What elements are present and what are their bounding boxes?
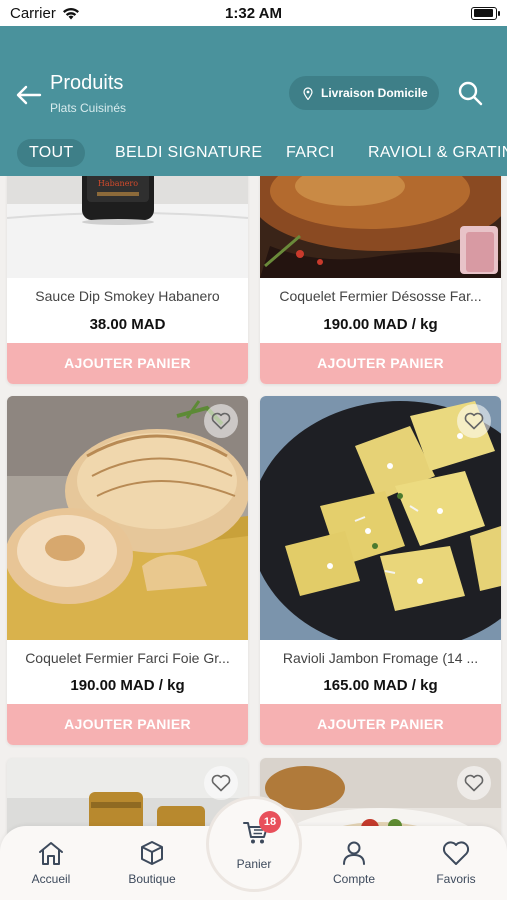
product-name: Ravioli Jambon Fromage (14 ... [282,650,479,666]
product-card[interactable]: Coquelet Fermier Farci Foie Gr... 190.00… [7,396,248,745]
heart-icon [211,774,231,792]
product-grid: Habanero Sauce Dip Smokey Habanero 38.00… [0,176,507,900]
tab-ravioli-gratin[interactable]: RAVIOLI & GRATIN [368,139,507,167]
nav-item-favoris[interactable]: Favoris [416,840,496,886]
wifi-icon [62,7,79,19]
nav-item-compte[interactable]: Compte [314,840,394,886]
nav-label: Boutique [128,872,176,886]
category-tabs: TOUT BELDI SIGNATURE FARCI RAVIOLI & GRA… [0,136,507,170]
heart-icon [211,412,231,430]
back-button[interactable] [14,80,44,110]
product-card[interactable]: Habanero Sauce Dip Smokey Habanero 38.00… [7,176,248,384]
home-icon [39,842,63,865]
location-pin-icon [303,86,313,100]
favorite-button[interactable] [204,404,238,438]
status-bar: Carrier 1:32 AM [0,0,507,26]
delivery-label: Livraison Domicile [321,86,428,100]
app-header: Produits Plats Cuisinés Livraison Domici… [0,26,507,176]
favorite-button[interactable] [204,766,238,800]
product-image [260,176,501,278]
jar-label: Habanero [98,179,138,188]
cart-button[interactable]: 18 Panier [206,796,302,892]
page-subtitle: Plats Cuisinés [50,101,127,115]
battery-icon [471,6,500,20]
product-name: Coquelet Fermier Farci Foie Gr... [25,650,230,666]
nav-label: Favoris [436,872,476,886]
title-block: Produits Plats Cuisinés [50,72,126,115]
product-card[interactable]: Ravioli Jambon Fromage (14 ... 165.00 MA… [260,396,501,745]
product-card[interactable]: Coquelet Fermier Désosse Far... 190.00 M… [260,176,501,384]
product-price: 38.00 MAD [89,316,166,333]
product-name: Coquelet Fermier Désosse Far... [279,288,482,304]
carrier-label: Carrier [10,4,56,22]
tab-beldi-signature[interactable]: BELDI SIGNATURE [115,139,262,167]
user-icon [343,841,365,865]
nav-label: Accueil [31,872,71,886]
arrow-left-icon [16,85,42,105]
add-to-cart-button[interactable]: AJOUTER PANIER [7,704,248,745]
delivery-mode-button[interactable]: Livraison Domicile [289,76,439,110]
product-image: Habanero [7,176,248,278]
product-price: 190.00 MAD / kg [70,677,185,694]
add-to-cart-button[interactable]: AJOUTER PANIER [260,343,501,384]
tab-farci[interactable]: FARCI [286,139,335,167]
nav-label: Compte [332,872,376,886]
search-button[interactable] [455,78,485,108]
nav-item-boutique[interactable]: Boutique [112,840,192,886]
status-left: Carrier [10,5,80,22]
page-title: Produits [50,72,124,94]
tab-tout[interactable]: TOUT [17,139,86,167]
cart-count-badge: 18 [259,811,281,833]
product-price: 190.00 MAD / kg [323,316,438,333]
cube-icon [141,841,163,865]
favorite-button[interactable] [457,404,491,438]
product-price: 165.00 MAD / kg [323,677,438,694]
favorite-button[interactable] [457,766,491,800]
heart-icon [442,841,470,865]
heart-icon [464,774,484,792]
add-to-cart-button[interactable]: AJOUTER PANIER [7,343,248,384]
cart-label: Panier [236,857,272,871]
nav-item-accueil[interactable]: Accueil [11,840,91,886]
add-to-cart-button[interactable]: AJOUTER PANIER [260,704,501,745]
product-name: Sauce Dip Smokey Habanero [35,288,220,304]
heart-icon [464,412,484,430]
search-icon [458,81,483,106]
